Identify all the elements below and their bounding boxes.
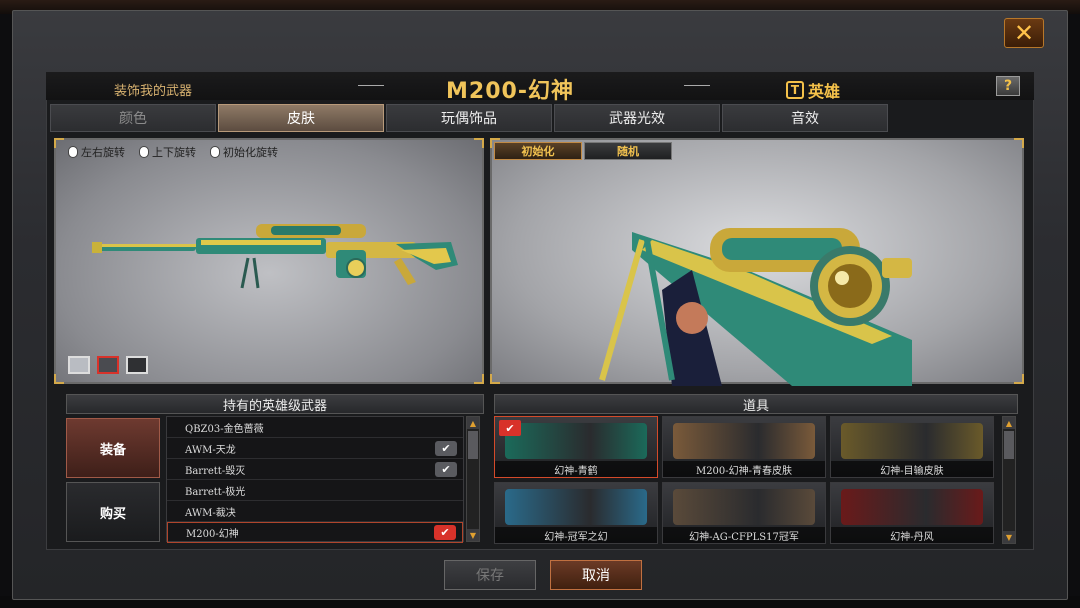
hero-rank-icon: T xyxy=(786,81,804,99)
weapon-name: AWM-天龙 xyxy=(185,444,236,456)
mouse-wheel-icon xyxy=(210,146,220,158)
preview-controls: 初始化 随机 xyxy=(494,142,672,160)
save-button[interactable]: 保存 xyxy=(444,560,536,590)
skin-item[interactable]: 幻神-目输皮肤 xyxy=(830,416,994,478)
weapons-scrollbar[interactable]: ▲ ▼ xyxy=(466,416,480,542)
scroll-down-icon[interactable]: ▼ xyxy=(1003,531,1015,543)
skin-item-label: M200-幻神-青春皮肤 xyxy=(663,461,825,477)
tab-sound[interactable]: 音效 xyxy=(722,104,888,132)
weapon-firstperson-preview[interactable] xyxy=(490,138,1024,386)
skin-item-thumbnail xyxy=(505,423,647,459)
background-swatch-dark[interactable] xyxy=(126,356,148,374)
decorate-label: 装饰我的武器 xyxy=(114,84,193,99)
skin-item-thumbnail xyxy=(841,423,983,459)
skin-item[interactable]: M200-幻神-青春皮肤 xyxy=(662,416,826,478)
skin-item-thumbnail xyxy=(505,489,647,525)
hint-label: 上下旋转 xyxy=(152,146,196,159)
tab-charm[interactable]: 玩偶饰品 xyxy=(386,104,552,132)
weapon-title: M200-幻神 xyxy=(446,79,574,104)
skin-item-label: 幻神-目输皮肤 xyxy=(831,461,993,477)
help-button[interactable]: ? xyxy=(996,76,1020,96)
weapon-row[interactable]: AWM-天龙 ✔ xyxy=(167,438,463,459)
checkmark-icon[interactable]: ✔ xyxy=(435,440,457,456)
weapon-name: QBZ03-金色蔷薇 xyxy=(185,423,264,435)
weapon-name: AWM-裁决 xyxy=(185,507,236,519)
background-swatches xyxy=(68,356,148,374)
hero-rank-badge: T 英雄 xyxy=(786,78,840,102)
skin-item-label: 幻神-冠军之幻 xyxy=(495,527,657,543)
mouse-icon xyxy=(68,146,78,158)
random-button[interactable]: 随机 xyxy=(584,142,672,160)
skin-item[interactable]: 幻神-丹风 xyxy=(830,482,994,544)
weapon-row[interactable]: Barrett-毁灭 ✔ xyxy=(167,459,463,480)
skin-item-thumbnail xyxy=(673,423,815,459)
buy-button[interactable]: 购买 xyxy=(66,482,160,542)
weapon-side-preview[interactable] xyxy=(54,138,484,384)
rotate-vertical-hint: 上下旋转 xyxy=(139,144,196,160)
background-swatch-mid[interactable] xyxy=(97,356,119,374)
weapon-row[interactable]: M200-幻神 ✔ xyxy=(167,522,463,543)
items-header: 道具 xyxy=(494,394,1018,414)
mouse-icon xyxy=(139,146,149,158)
sniper-rifle-side-image xyxy=(92,224,458,289)
sniper-rifle-firstperson-image xyxy=(599,228,912,386)
scroll-up-icon[interactable]: ▲ xyxy=(1003,417,1015,429)
hint-label: 左右旋转 xyxy=(81,146,125,159)
weapon-row[interactable]: AWM-裁决 xyxy=(167,501,463,522)
weapon-name: Barrett-毁灭 xyxy=(185,465,246,477)
weapon-row[interactable]: Barrett-极光 xyxy=(167,480,463,501)
title-divider-left xyxy=(358,85,384,86)
checkmark-icon: ✔ xyxy=(499,420,521,436)
skin-item-thumbnail xyxy=(841,489,983,525)
question-icon: ? xyxy=(1003,78,1013,94)
items-scrollbar[interactable]: ▲ ▼ xyxy=(1002,416,1016,544)
customize-tabs: 颜色 皮肤 玩偶饰品 武器光效 音效 xyxy=(50,104,888,132)
skin-item[interactable]: 幻神-AG-CFPLS17冠军 xyxy=(662,482,826,544)
tab-skin[interactable]: 皮肤 xyxy=(218,104,384,132)
scroll-down-icon[interactable]: ▼ xyxy=(467,529,479,541)
skin-item[interactable]: ✔ 幻神-青鹤 xyxy=(494,416,658,478)
skin-item-thumbnail xyxy=(673,489,815,525)
hint-label: 初始化旋转 xyxy=(223,146,278,159)
reset-rotation-hint: 初始化旋转 xyxy=(210,144,278,160)
scroll-thumb[interactable] xyxy=(1004,431,1014,459)
close-button[interactable]: ✕ xyxy=(1004,18,1044,48)
cancel-button[interactable]: 取消 xyxy=(550,560,642,590)
weapon-name: Barrett-极光 xyxy=(185,486,246,498)
owned-weapons-header: 持有的英雄级武器 xyxy=(66,394,484,414)
weapon-name: M200-幻神 xyxy=(186,529,239,540)
reset-view-button[interactable]: 初始化 xyxy=(494,142,582,160)
hero-rank-label: 英雄 xyxy=(808,82,841,101)
checkmark-icon[interactable]: ✔ xyxy=(434,525,456,540)
skin-item-label: 幻神-AG-CFPLS17冠军 xyxy=(663,527,825,543)
skin-item-label: 幻神-丹风 xyxy=(831,527,993,543)
tab-color[interactable]: 颜色 xyxy=(50,104,216,132)
scroll-up-icon[interactable]: ▲ xyxy=(467,417,479,429)
background-swatch-light[interactable] xyxy=(68,356,90,374)
scroll-thumb[interactable] xyxy=(468,431,478,459)
weapon-row[interactable]: QBZ03-金色蔷薇 xyxy=(167,417,463,438)
skin-item-label: 幻神-青鹤 xyxy=(495,461,657,477)
rotation-hints: 左右旋转 上下旋转 初始化旋转 xyxy=(68,144,278,160)
rotate-horizontal-hint: 左右旋转 xyxy=(68,144,125,160)
checkmark-icon[interactable]: ✔ xyxy=(435,461,457,477)
close-icon: ✕ xyxy=(1013,19,1035,47)
tab-weapon-effect[interactable]: 武器光效 xyxy=(554,104,720,132)
skin-items-grid: ✔ 幻神-青鹤 M200-幻神-青春皮肤 幻神-目输皮肤 幻神-冠军之幻 幻神-… xyxy=(494,416,1000,544)
equip-button[interactable]: 装备 xyxy=(66,418,160,478)
title-divider-right xyxy=(684,85,710,86)
owned-weapons-list: QBZ03-金色蔷薇 AWM-天龙 ✔ Barrett-毁灭 ✔ Barrett… xyxy=(166,416,464,543)
skin-item[interactable]: 幻神-冠军之幻 xyxy=(494,482,658,544)
